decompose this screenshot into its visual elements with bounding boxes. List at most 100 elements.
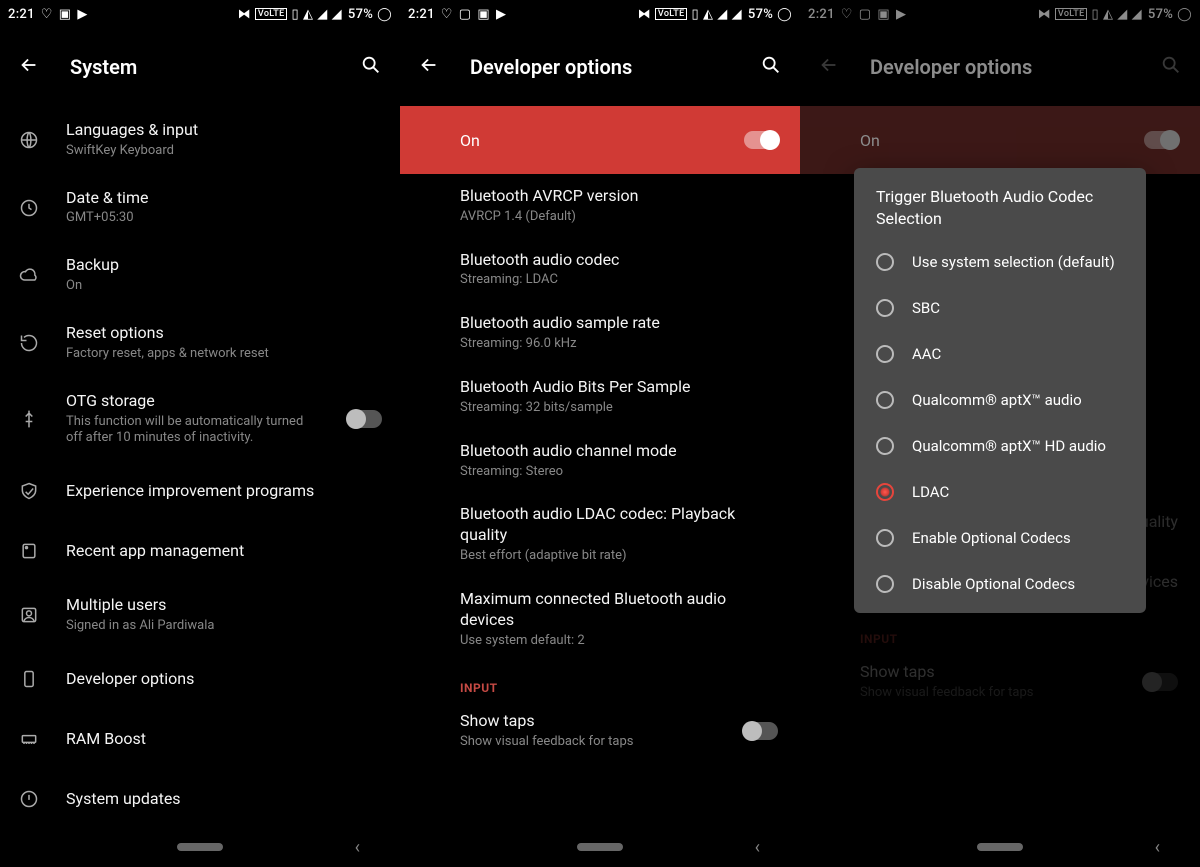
item-subtitle: Streaming: 32 bits/sample [460,400,778,417]
item-subtitle: Streaming: Stereo [460,464,778,481]
devopts-on-banner[interactable]: On [400,106,800,174]
item-subtitle: Show visual feedback for taps [460,734,718,751]
option-label: Qualcomm® aptX™ HD audio [912,437,1106,455]
nav-pill[interactable] [577,843,623,851]
setting-date-time[interactable]: Date & timeGMT+05:30 [0,174,400,242]
codec-option-aac[interactable]: AAC [854,331,1146,377]
devopts-on-banner: On [800,106,1200,174]
devopt-maximum-connected-bluetooth-audio-devices[interactable]: Maximum connected Bluetooth audio device… [400,577,800,661]
dialog-title: Trigger Bluetooth Audio Codec Selection [854,186,1146,239]
codec-option-qualcomm-aptx-audio[interactable]: Qualcomm® aptX™ audio [854,377,1146,423]
setting-reset-options[interactable]: Reset optionsFactory reset, apps & netwo… [0,309,400,377]
codec-option-sbc[interactable]: SBC [854,285,1146,331]
nav-back-icon[interactable]: ‹ [1155,837,1160,858]
item-title: Bluetooth Audio Bits Per Sample [460,377,778,398]
nav-back-icon[interactable]: ‹ [355,837,360,858]
play-icon: ▶ [496,7,506,22]
devopt-bluetooth-audio-ldac-codec-playback-quality[interactable]: Bluetooth audio LDAC codec: Playback qua… [400,492,800,576]
back-arrow-icon[interactable] [418,54,440,80]
devopts-master-toggle [1144,131,1178,149]
item-subtitle: GMT+05:30 [66,210,382,227]
signal-icon: ◢ [317,7,327,22]
item-title: Developer options [66,669,382,690]
option-label: Disable Optional Codecs [912,575,1075,593]
item-title: Multiple users [66,595,382,616]
otg-toggle[interactable] [348,410,382,428]
show-taps-toggle[interactable] [744,722,778,740]
setting-recent-app-management[interactable]: Recent app management [0,521,400,581]
page-title: Developer options [870,55,1130,79]
devopt-bluetooth-avrcp-version[interactable]: Bluetooth AVRCP versionAVRCP 1.4 (Defaul… [400,174,800,238]
setting-otg-storage[interactable]: OTG storageThis function will be automat… [0,377,400,462]
setting-system-updates[interactable]: System updates [0,769,400,827]
nav-pill[interactable] [177,843,223,851]
radio-icon[interactable] [876,391,894,409]
option-label: Use system selection (default) [912,253,1115,271]
search-icon[interactable] [760,54,782,80]
devopt-bluetooth-audio-codec[interactable]: Bluetooth audio codecStreaming: LDAC [400,238,800,302]
radio-icon[interactable] [876,253,894,271]
devopt-bluetooth-audio-channel-mode[interactable]: Bluetooth audio channel modeStreaming: S… [400,429,800,493]
globe-icon [18,129,40,151]
devopt-bluetooth-audio-bits-per-sample[interactable]: Bluetooth Audio Bits Per Sample Streaming… [400,365,800,429]
section-input: INPUT [400,661,800,699]
back-arrow-icon [818,54,840,80]
gallery-icon: ▣ [477,7,490,22]
nav-back-icon[interactable]: ‹ [755,837,760,858]
image-icon: ▢ [859,7,872,22]
radio-icon[interactable] [876,483,894,501]
search-icon[interactable] [360,54,382,80]
option-label: AAC [912,345,941,363]
setting-ram-boost[interactable]: RAM Boost [0,709,400,769]
ram-icon [18,728,40,750]
item-subtitle: On [66,278,382,295]
vibrate-icon: ▯ [291,7,298,22]
codec-option-use-system-selection-default-[interactable]: Use system selection (default) [854,239,1146,285]
setting-backup[interactable]: BackupOn [0,241,400,309]
page-title: System [70,55,330,79]
item-title: OTG storage [66,391,322,412]
item-title: RAM Boost [66,729,382,750]
on-label: On [460,131,480,150]
clock-icon [18,197,40,219]
radio-icon[interactable] [876,345,894,363]
vibrate-icon: ▯ [691,7,698,22]
bluetooth-icon: ⧓ [1038,7,1051,22]
item-title: Recent app management [66,541,382,562]
codec-option-enable-optional-codecs[interactable]: Enable Optional Codecs [854,515,1146,561]
devopt-bluetooth-audio-sample-rate[interactable]: Bluetooth audio sample rateStreaming: 96… [400,301,800,365]
item-title: Bluetooth audio LDAC codec: Playback qua… [460,504,778,546]
image-icon: ▢ [459,7,472,22]
battery-text: 57% [1148,7,1173,22]
radio-icon[interactable] [876,575,894,593]
radio-icon[interactable] [876,529,894,547]
radio-icon[interactable] [876,299,894,317]
item-title: Maximum connected Bluetooth audio device… [460,589,778,631]
item-title: System updates [66,789,382,810]
item-subtitle: Signed in as Ali Pardiwala [66,618,382,635]
codec-option-disable-optional-codecs[interactable]: Disable Optional Codecs [854,561,1146,607]
radio-icon[interactable] [876,437,894,455]
codec-option-qualcomm-aptx-hd-audio[interactable]: Qualcomm® aptX™ HD audio [854,423,1146,469]
setting-developer-options[interactable]: Developer options [0,649,400,709]
setting-multiple-users[interactable]: Multiple users Signed in as Ali Pardiwala [0,581,400,649]
app-bar: Developer options [800,28,1200,106]
section-input: INPUT [800,612,1200,650]
codec-option-ldac[interactable]: LDAC [854,469,1146,515]
devopts-list: Bluetooth AVRCP versionAVRCP 1.4 (Defaul… [400,174,800,827]
item-subtitle: SwiftKey Keyboard [66,143,382,160]
item-subtitle: AVRCP 1.4 (Default) [460,209,778,226]
item-subtitle: Use system default: 2 [460,633,778,650]
devopt-show-taps[interactable]: Show tapsShow visual feedback for taps [400,699,800,763]
setting-languages-input[interactable]: Languages & inputSwiftKey Keyboard [0,106,400,174]
option-label: SBC [912,299,940,317]
setting-experience-improvement-programs[interactable]: Experience improvement programs [0,461,400,521]
screen-system: 2:21 ♡ ▣ ▶ ⧓ VoLTE ▯ ◭ ◢ ◢ 57% ◯ System … [0,0,400,867]
nav-pill[interactable] [977,843,1023,851]
volte-badge: VoLTE [655,8,688,20]
signal-icon: ◢ [717,7,727,22]
item-title: Date & time [66,188,382,209]
back-arrow-icon[interactable] [18,54,40,80]
devopts-master-toggle[interactable] [744,131,778,149]
battery-text: 57% [748,7,773,22]
